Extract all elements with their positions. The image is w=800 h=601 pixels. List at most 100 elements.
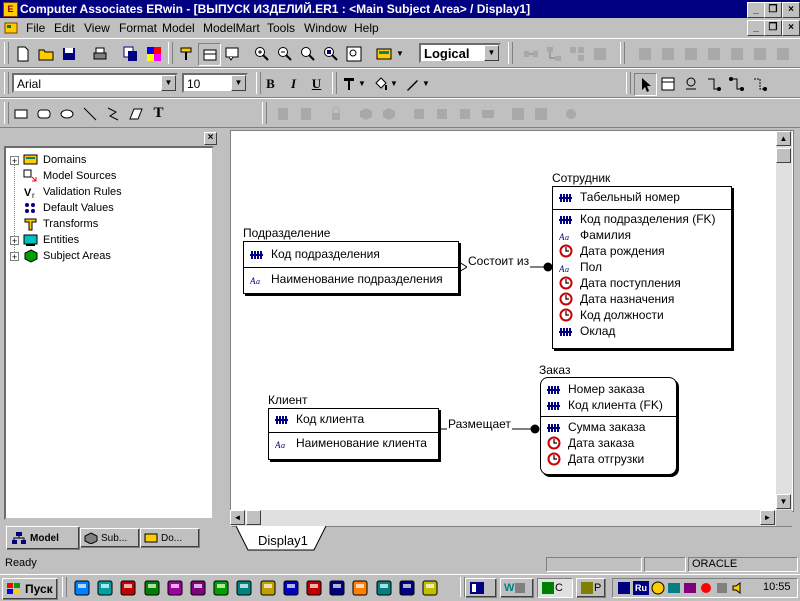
zakaz-key-attribute[interactable]: Код клиента (FK): [547, 397, 663, 413]
menu-format[interactable]: Format: [119, 21, 157, 35]
new-button[interactable]: [12, 43, 33, 64]
rounded-rect-tool[interactable]: [33, 103, 54, 124]
tab-domains[interactable]: Do...: [140, 528, 200, 548]
expand-icon[interactable]: +: [10, 235, 19, 245]
sotrudnik-non-key-attribute[interactable]: Aa Фамилия: [558, 227, 631, 243]
menu-edit[interactable]: Edit: [54, 21, 75, 35]
zakaz-key-attribute[interactable]: Номер заказа: [547, 381, 645, 397]
maximize-button[interactable]: ❐: [764, 2, 782, 18]
tray-icon[interactable]: [699, 581, 713, 595]
zoom-in-button[interactable]: [251, 43, 272, 64]
text-tool[interactable]: T: [148, 103, 169, 124]
sotrudnik-non-key-attribute[interactable]: Код подразделения (FK): [559, 211, 716, 227]
note-button[interactable]: [221, 43, 242, 64]
erwin-icon[interactable]: E: [3, 2, 18, 17]
tab-display1[interactable]: Display1: [258, 533, 308, 548]
zoom-actual-button[interactable]: [320, 43, 341, 64]
word-icon[interactable]: [144, 580, 160, 596]
sotrudnik-non-key-attribute[interactable]: Дата назначения: [559, 291, 674, 307]
entity-tool-button[interactable]: [657, 73, 678, 94]
tree-item-model-sources[interactable]: Model Sources: [10, 168, 116, 184]
tray-icon[interactable]: [651, 581, 665, 595]
font-name-select[interactable]: Arial ▼: [12, 73, 178, 93]
document-icon[interactable]: [4, 21, 18, 35]
sotrudnik-non-key-attribute[interactable]: Дата рождения: [559, 243, 665, 259]
tab-model[interactable]: Model: [6, 526, 80, 550]
horizontal-scroll-thumb[interactable]: [246, 510, 261, 525]
toolbar-grip[interactable]: [626, 72, 631, 94]
select-tool-button[interactable]: [634, 73, 657, 96]
chevron-down-icon[interactable]: ▼: [484, 45, 499, 61]
mail-icon[interactable]: [120, 580, 136, 596]
tree-item-default-values[interactable]: Default Values: [10, 200, 114, 216]
zoom-out-button[interactable]: [274, 43, 295, 64]
tray-icon[interactable]: [617, 581, 631, 595]
scroll-down-button[interactable]: ▼: [776, 494, 791, 509]
vertical-scrollbar[interactable]: ▲ ▼: [776, 131, 792, 511]
speaker-icon[interactable]: [731, 581, 745, 595]
print-button[interactable]: [89, 43, 110, 64]
close-button[interactable]: ×: [782, 2, 800, 18]
task-button-p[interactable]: P: [576, 578, 606, 598]
excel-icon[interactable]: [213, 580, 229, 596]
expand-icon[interactable]: +: [10, 251, 19, 261]
view-level-select[interactable]: Logical ▼: [419, 43, 501, 63]
tree-item-subject-areas[interactable]: + Subject Areas: [10, 248, 111, 264]
podrazdelenie-key-attribute[interactable]: Код подразделения: [250, 246, 380, 262]
tray-icon[interactable]: [715, 581, 729, 595]
task-button-c[interactable]: C: [537, 578, 573, 598]
subject-area-dropdown[interactable]: ▼: [393, 43, 407, 64]
task-button-word[interactable]: W: [500, 578, 534, 598]
tree-item-entities[interactable]: + Entities: [10, 232, 79, 248]
font-size-select[interactable]: 10 ▼: [182, 73, 248, 93]
doc-restore-button[interactable]: ❐: [764, 20, 782, 36]
identifying-rel-button[interactable]: [703, 73, 724, 94]
app-icon[interactable]: [376, 580, 392, 596]
display-button[interactable]: [198, 43, 221, 66]
polygon-tool[interactable]: [125, 103, 146, 124]
app-icon[interactable]: [329, 580, 345, 596]
toolbar-grip[interactable]: [508, 42, 513, 64]
color-button[interactable]: [143, 43, 164, 64]
menu-help[interactable]: Help: [354, 21, 379, 35]
entity-sotrudnik[interactable]: Табельный номер Код подразделения (FK) Aa Ф…: [552, 186, 732, 349]
app-icon[interactable]: [283, 580, 299, 596]
ellipse-tool[interactable]: [56, 103, 77, 124]
panel-close-button[interactable]: ×: [204, 132, 217, 145]
text-color-dropdown[interactable]: ▼: [356, 73, 368, 94]
app-icon[interactable]: [260, 580, 276, 596]
rectangle-tool[interactable]: [10, 103, 31, 124]
sotrudnik-key-attribute[interactable]: Табельный номер: [559, 189, 680, 205]
toolbar-grip[interactable]: [4, 72, 9, 94]
many-to-many-button[interactable]: [726, 73, 747, 94]
relationship-label-sostoit[interactable]: Состоит из: [467, 254, 531, 268]
toolbar-grip[interactable]: [332, 72, 337, 94]
minimize-button[interactable]: _: [747, 2, 765, 18]
fill-color-dropdown[interactable]: ▼: [388, 73, 400, 94]
bold-button[interactable]: B: [260, 73, 281, 94]
menu-view[interactable]: View: [84, 21, 110, 35]
subject-area-button[interactable]: [373, 43, 394, 64]
zakaz-non-key-attribute[interactable]: Дата заказа: [547, 435, 634, 451]
brush-button[interactable]: [175, 43, 196, 64]
sotrudnik-non-key-attribute[interactable]: Код должности: [559, 307, 664, 323]
tray-icon[interactable]: [667, 581, 681, 595]
underline-button[interactable]: U: [306, 73, 327, 94]
doc-close-button[interactable]: ×: [782, 20, 800, 36]
entity-klient[interactable]: Код клиента Aa Наименование клиента: [268, 408, 439, 460]
notepad-icon[interactable]: [422, 580, 438, 596]
klient-key-attribute[interactable]: Код клиента: [275, 411, 364, 427]
tray-icon[interactable]: [683, 581, 697, 595]
language-indicator[interactable]: Ru: [633, 581, 649, 595]
menu-modelmart[interactable]: ModelMart: [203, 21, 260, 35]
powerpoint-icon[interactable]: [190, 580, 206, 596]
entity-podrazdelenie[interactable]: Код подразделения Aa Наименование подразде…: [243, 241, 459, 294]
expand-icon[interactable]: +: [10, 155, 19, 165]
menu-window[interactable]: Window: [304, 21, 347, 35]
toolbar-grip[interactable]: [168, 42, 173, 64]
horizontal-scrollbar[interactable]: ◄ ►: [230, 510, 776, 526]
sotrudnik-non-key-attribute[interactable]: Aa Пол: [558, 259, 602, 275]
tree-item-validation-rules[interactable]: Vr Validation Rules: [10, 184, 122, 200]
non-identifying-rel-button[interactable]: [749, 73, 770, 94]
toolbar-grip[interactable]: [4, 102, 9, 124]
